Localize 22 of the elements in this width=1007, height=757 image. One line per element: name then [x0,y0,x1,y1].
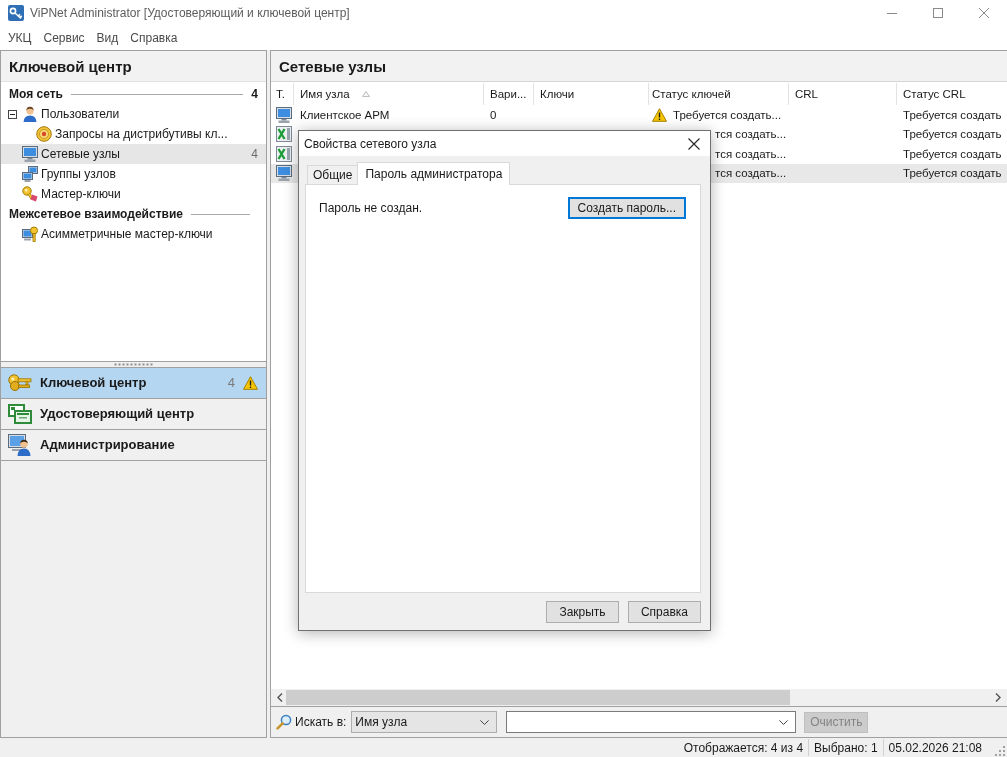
section-title: Моя сеть [9,87,63,101]
item-count: 4 [251,147,258,161]
section-count: 4 [251,87,258,101]
table-cell-text: Требуется создать [902,127,1003,143]
status-text: 05.02.2026 21:08 [887,739,983,756]
table-cell-text: Требуется создать [902,166,1003,182]
table-cell-text: Требуется создать [902,107,1003,123]
status-text: тся создать... [715,147,787,160]
window-title: ViPNet Administrator [Удостоверяющий и ключевой центр] [30,6,350,20]
dialog-title: Свойства сетевого узла [304,136,437,151]
status-text: тся создать... [715,167,787,180]
table-cell-text: Клиентское АРМ [299,107,391,123]
status-text: Требуется создать... [673,108,782,121]
status-text: тся создать... [715,128,787,141]
section-title: Межсетевое взаимодействие [9,207,183,221]
search-label: Искать в: [295,715,347,729]
status-text: Отображается: 4 из 4 [678,739,810,756]
table-cell-text: Требуется создать [902,146,1003,162]
table-cell-text: 0 [489,107,498,123]
status-text: Выбрано: 1 [809,739,884,756]
status-message: Пароль не создан. [319,201,423,215]
item-count: 4 [227,375,235,390]
